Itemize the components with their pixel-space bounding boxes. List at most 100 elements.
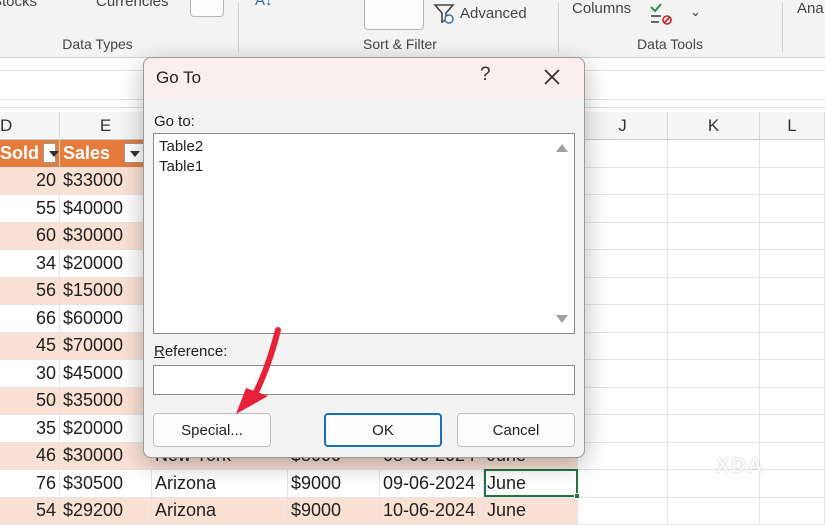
currencies-button[interactable]: Currencies [96, 0, 169, 10]
column-header-j[interactable]: J [578, 112, 668, 140]
text-to-columns-button[interactable]: Columns [572, 0, 631, 17]
cell-sold[interactable]: 55 [0, 195, 60, 223]
cell-state[interactable]: Arizona [152, 470, 288, 498]
cell-sold[interactable]: 56 [0, 278, 60, 306]
cell[interactable] [760, 140, 825, 168]
cell-sales[interactable]: $20000 [60, 250, 152, 278]
cell[interactable] [668, 223, 760, 251]
active-cell-selection[interactable] [484, 469, 578, 497]
cell[interactable] [578, 250, 668, 278]
cell-sales[interactable]: $45000 [60, 360, 152, 388]
cell[interactable] [578, 360, 668, 388]
cell[interactable] [578, 223, 668, 251]
reference-input[interactable] [153, 365, 575, 395]
cell[interactable] [760, 305, 825, 333]
cell-sales[interactable]: $40000 [60, 195, 152, 223]
cell[interactable] [668, 498, 760, 525]
cell[interactable] [760, 223, 825, 251]
cell-sold[interactable]: 45 [0, 333, 60, 361]
cell[interactable] [578, 195, 668, 223]
cell-sales[interactable]: $30000 [60, 223, 152, 251]
filter-dropdown-icon[interactable] [124, 143, 144, 163]
cell-sales[interactable]: $30000 [60, 443, 152, 471]
cell[interactable] [578, 415, 668, 443]
cell-month[interactable]: June [484, 498, 578, 525]
cell[interactable] [578, 140, 668, 168]
column-header-k[interactable]: K [668, 112, 760, 140]
filter-dropdown-icon[interactable] [43, 143, 56, 163]
cell[interactable] [578, 470, 668, 498]
cell-sales[interactable]: $29200 [60, 498, 152, 525]
header-cell-sold[interactable]: Sold [0, 140, 60, 168]
special-button[interactable]: Special... [153, 413, 271, 447]
cell-sold[interactable]: 76 [0, 470, 60, 498]
close-icon[interactable] [540, 64, 564, 90]
cell[interactable] [578, 498, 668, 525]
cell[interactable] [760, 168, 825, 196]
cell[interactable] [760, 415, 825, 443]
cell-sold[interactable]: 34 [0, 250, 60, 278]
column-header-e[interactable]: E [60, 112, 152, 140]
cell-state[interactable]: Arizona [152, 498, 288, 525]
list-scrollbar[interactable] [550, 134, 574, 333]
cell[interactable] [668, 195, 760, 223]
cell-sales[interactable]: $20000 [60, 415, 152, 443]
cell[interactable] [578, 443, 668, 471]
cell[interactable] [760, 360, 825, 388]
cell[interactable] [668, 305, 760, 333]
cell[interactable] [760, 195, 825, 223]
cell-date[interactable]: 10-06-2024 [380, 498, 484, 525]
cell[interactable] [578, 168, 668, 196]
cell-sales[interactable]: $35000 [60, 388, 152, 416]
cell[interactable] [760, 443, 825, 471]
cell[interactable] [578, 278, 668, 306]
cancel-button[interactable]: Cancel [457, 413, 575, 447]
advanced-filter-button[interactable]: Advanced [460, 5, 527, 22]
cell[interactable] [760, 388, 825, 416]
cell-sold[interactable]: 54 [0, 498, 60, 525]
cell[interactable] [760, 470, 825, 498]
ok-button[interactable]: OK [324, 413, 442, 447]
cell-sales[interactable]: $30500 [60, 470, 152, 498]
cell[interactable] [668, 250, 760, 278]
cell-sold[interactable]: 66 [0, 305, 60, 333]
cell-price[interactable]: $9000 [288, 470, 380, 498]
cell[interactable] [760, 250, 825, 278]
cell-price[interactable]: $9000 [288, 498, 380, 525]
cell-sold[interactable]: 60 [0, 223, 60, 251]
stocks-button[interactable]: Stocks [0, 0, 37, 10]
list-item[interactable]: Table2 [159, 138, 203, 155]
cell-sold[interactable]: 50 [0, 388, 60, 416]
filter-button[interactable] [364, 0, 424, 30]
fill-handle[interactable] [574, 493, 580, 499]
cell[interactable] [668, 168, 760, 196]
help-button[interactable]: ? [480, 64, 491, 86]
cell-date[interactable]: 09-06-2024 [380, 470, 484, 498]
cell[interactable] [668, 278, 760, 306]
cell-sold[interactable]: 35 [0, 415, 60, 443]
cell[interactable] [578, 388, 668, 416]
scroll-up-icon[interactable] [556, 144, 568, 152]
list-item[interactable]: Table1 [159, 158, 203, 175]
cell[interactable] [668, 388, 760, 416]
column-header-l[interactable]: L [760, 112, 825, 140]
column-header-d[interactable]: D [0, 112, 60, 140]
cell[interactable] [760, 278, 825, 306]
sort-az-icon[interactable]: A↓ [255, 0, 273, 9]
advanced-filter-icon[interactable] [432, 2, 456, 31]
cell-sold[interactable]: 30 [0, 360, 60, 388]
data-validation-icon[interactable] [648, 2, 674, 31]
scroll-down-icon[interactable] [556, 315, 568, 323]
cell[interactable] [760, 333, 825, 361]
chevron-down-icon[interactable]: ⌄ [690, 4, 701, 20]
cell[interactable] [760, 498, 825, 525]
analysis-button[interactable]: Ana [797, 0, 824, 17]
cell[interactable] [668, 415, 760, 443]
cell-sold[interactable]: 20 [0, 168, 60, 196]
header-cell-sales[interactable]: Sales [60, 140, 152, 168]
cell-sales[interactable]: $60000 [60, 305, 152, 333]
cell-sales[interactable]: $70000 [60, 333, 152, 361]
cell[interactable] [578, 333, 668, 361]
dialog-titlebar[interactable]: Go To ? [144, 58, 584, 98]
data-types-gallery-button[interactable] [190, 0, 224, 17]
